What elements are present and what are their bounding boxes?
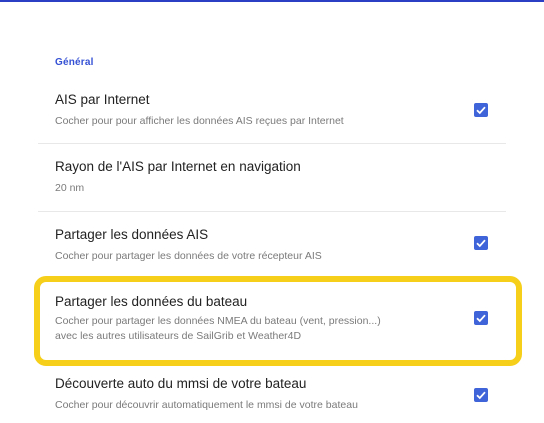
check-icon [476, 391, 486, 400]
section-title: Général [55, 57, 94, 68]
setting-title: Partager les données AIS [55, 227, 209, 242]
highlight-box [34, 276, 522, 366]
setting-title: Découverte auto du mmsi de votre bateau [55, 376, 307, 391]
check-icon [476, 239, 486, 248]
settings-list: Général AIS par Internet Cocher pour pou… [0, 0, 544, 423]
setting-summary: Cocher pour pour afficher les données AI… [55, 115, 344, 127]
ais-internet-checkbox[interactable] [474, 103, 488, 117]
check-icon [476, 106, 486, 115]
divider [38, 143, 506, 144]
setting-summary: Cocher pour partager les données de votr… [55, 250, 322, 262]
share-ais-checkbox[interactable] [474, 236, 488, 250]
setting-summary: 20 nm [55, 182, 85, 194]
setting-title: AIS par Internet [55, 92, 150, 107]
setting-title: Rayon de l'AIS par Internet en navigatio… [55, 159, 301, 174]
divider [38, 211, 506, 212]
auto-mmsi-checkbox[interactable] [474, 388, 488, 402]
setting-summary: Cocher pour découvrir automatiquement le… [55, 399, 358, 411]
